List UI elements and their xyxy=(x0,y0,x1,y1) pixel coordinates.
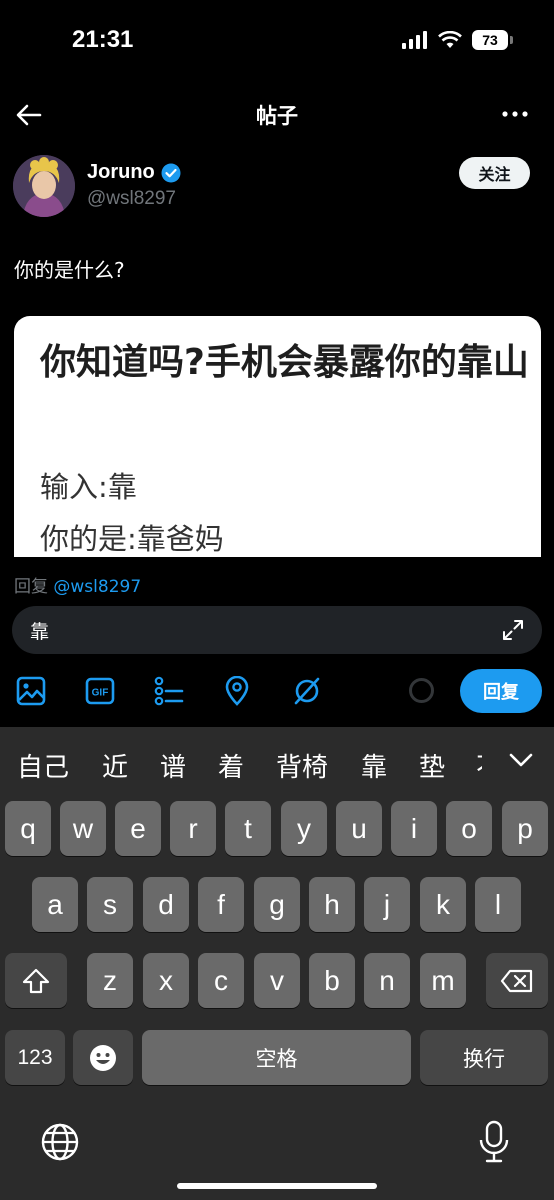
post-image[interactable]: 你知道吗?手机会暴露你的靠山 输入:靠 你的是:靠爸妈 xyxy=(14,316,541,576)
key-p[interactable]: p xyxy=(502,801,548,856)
key-c[interactable]: c xyxy=(198,953,244,1008)
follow-button[interactable]: 关注 xyxy=(459,157,530,189)
key-m[interactable]: m xyxy=(420,953,466,1008)
candidate-word[interactable]: 着 xyxy=(218,747,244,784)
battery-indicator: 73 xyxy=(472,30,513,50)
key-j[interactable]: j xyxy=(364,877,410,932)
author-name[interactable]: Joruno xyxy=(87,161,181,184)
poll-icon[interactable] xyxy=(154,676,184,706)
key-q[interactable]: q xyxy=(5,801,51,856)
key-h[interactable]: h xyxy=(309,877,355,932)
top-nav: 帖子 xyxy=(0,90,554,138)
key-g[interactable]: g xyxy=(254,877,300,932)
emoji-icon xyxy=(90,1044,116,1071)
location-icon[interactable] xyxy=(222,676,252,706)
shift-key[interactable] xyxy=(5,953,67,1008)
space-key[interactable]: 空格 xyxy=(142,1030,411,1085)
key-o[interactable]: o xyxy=(446,801,492,856)
candidate-word[interactable]: 背椅 xyxy=(276,747,328,784)
candidate-word[interactable]: 谱 xyxy=(160,747,186,784)
key-d[interactable]: d xyxy=(143,877,189,932)
key-l[interactable]: l xyxy=(475,877,521,932)
key-y[interactable]: y xyxy=(281,801,327,856)
author-name-text: Joruno xyxy=(87,161,155,183)
key-n[interactable]: n xyxy=(364,953,410,1008)
candidate-bar: 自己 近 谱 着 背椅 靠 垫 不 xyxy=(0,727,554,803)
key-w[interactable]: w xyxy=(60,801,106,856)
microphone-icon[interactable] xyxy=(478,1120,510,1164)
key-f[interactable]: f xyxy=(198,877,244,932)
key-k[interactable]: k xyxy=(420,877,466,932)
character-count-ring xyxy=(409,678,434,703)
candidate-word[interactable]: 近 xyxy=(102,747,128,784)
key-v[interactable]: v xyxy=(254,953,300,1008)
verified-badge-icon xyxy=(161,163,181,182)
image-line-result: 你的是:靠爸妈 xyxy=(40,522,224,556)
delete-key[interactable] xyxy=(486,953,548,1008)
key-u[interactable]: u xyxy=(336,801,382,856)
avatar[interactable] xyxy=(13,155,75,217)
gif-icon[interactable]: GIF xyxy=(85,676,115,706)
author-handle[interactable]: @wsl8297 xyxy=(87,188,176,210)
reply-composer: 回复 @wsl8297 GIF 回复 xyxy=(0,557,554,727)
key-i[interactable]: i xyxy=(391,801,437,856)
status-bar: 21:31 73 xyxy=(0,0,554,84)
reply-button[interactable]: 回复 xyxy=(460,669,542,713)
key-t[interactable]: t xyxy=(225,801,271,856)
key-z[interactable]: z xyxy=(87,953,133,1008)
signal-icon xyxy=(402,31,427,49)
key-r[interactable]: r xyxy=(170,801,216,856)
reply-prefix: 回复 xyxy=(14,577,48,597)
reply-input[interactable] xyxy=(30,606,470,654)
return-key[interactable]: 换行 xyxy=(420,1030,548,1085)
wifi-icon xyxy=(438,31,462,48)
numbers-key[interactable]: 123 xyxy=(5,1030,65,1085)
image-icon[interactable] xyxy=(16,676,46,706)
candidate-word[interactable]: 自己 xyxy=(17,747,69,784)
page-title: 帖子 xyxy=(256,104,298,128)
globe-icon[interactable] xyxy=(40,1122,80,1162)
key-s[interactable]: s xyxy=(87,877,133,932)
key-e[interactable]: e xyxy=(115,801,161,856)
key-x[interactable]: x xyxy=(143,953,189,1008)
expand-icon[interactable] xyxy=(502,619,524,641)
image-line-input: 输入:靠 xyxy=(40,470,137,504)
key-a[interactable]: a xyxy=(32,877,78,932)
shift-icon xyxy=(22,968,50,993)
grok-icon[interactable] xyxy=(292,676,322,706)
emoji-key[interactable] xyxy=(73,1030,133,1085)
post-text: 你的是什么? xyxy=(14,258,125,282)
backspace-icon xyxy=(500,969,533,992)
candidate-word[interactable]: 靠 xyxy=(361,747,387,784)
more-options-icon[interactable] xyxy=(500,102,530,126)
chevron-down-icon[interactable] xyxy=(506,747,536,773)
reply-to-label: 回复 @wsl8297 xyxy=(14,572,141,597)
reply-input-container xyxy=(12,606,542,654)
status-icons: 73 xyxy=(402,30,513,50)
status-time: 21:31 xyxy=(72,26,134,53)
reply-mention[interactable]: @wsl8297 xyxy=(53,577,141,597)
home-indicator xyxy=(177,1183,377,1189)
candidate-word[interactable]: 垫 xyxy=(419,747,445,784)
key-b[interactable]: b xyxy=(309,953,355,1008)
svg-text:GIF: GIF xyxy=(92,688,109,699)
image-title: 你知道吗?手机会暴露你的靠山 xyxy=(40,342,529,383)
